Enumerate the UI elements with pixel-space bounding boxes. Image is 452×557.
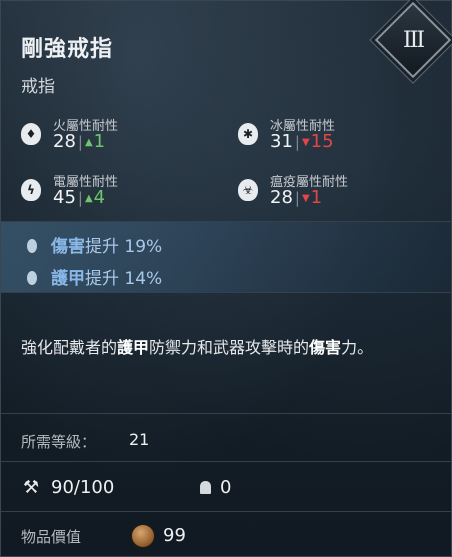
fire-icon: ♦ (21, 123, 41, 145)
item-name: 剛強戒指 (21, 37, 114, 62)
required-level-label: 所需等級： (21, 433, 97, 451)
stat-plague-resistance: ☣ 瘟疫屬性耐性 28 | ▼1 (238, 175, 428, 221)
item-description: 強化配戴者的護甲防禦力和武器攻擊時的傷害力。 (21, 338, 374, 357)
arrow-up-icon: ▲ (84, 193, 93, 204)
item-tier-badge: III (374, 1, 452, 79)
bonus-armor: 護甲提升 14% (27, 264, 163, 289)
item-header: 剛強戒指 戒指 (21, 31, 113, 97)
bonus-stat: 護甲 (51, 269, 85, 289)
arrow-down-icon: ▼ (301, 193, 310, 204)
arrow-up-icon: ▲ (84, 137, 93, 148)
stat-base-value: 31 (270, 131, 293, 152)
divider (1, 413, 451, 414)
required-level-value: 21 (129, 430, 150, 449)
stat-base-value: 28 (53, 131, 76, 152)
upgrade-count: 0 (220, 477, 232, 498)
coin-icon (132, 525, 154, 547)
bonus-damage: 傷害提升 19% (27, 232, 163, 257)
stat-base-value: 28 (270, 187, 293, 208)
bonus-stat: 傷害 (51, 237, 85, 257)
divider (1, 292, 451, 293)
gem-icon (27, 239, 37, 253)
item-type: 戒指 (21, 77, 55, 97)
plague-icon: ☣ (238, 179, 258, 201)
item-value-amount: 99 (163, 525, 186, 546)
divider (1, 511, 451, 512)
item-value-label: 物品價值 (21, 528, 82, 546)
stat-change: ▲4 (84, 187, 106, 208)
stat-fire-resistance: ♦ 火屬性耐性 28 | ▲1 (21, 119, 211, 165)
hammer-icon: ⚒ (23, 477, 40, 498)
stat-ice-resistance: ✱ 冰屬性耐性 31 | ▼15 (238, 119, 428, 165)
bonus-text: 提升 14% (85, 269, 163, 289)
bonus-text: 提升 19% (85, 237, 163, 257)
arrow-down-icon: ▼ (301, 137, 310, 148)
snowflake-icon: ✱ (238, 123, 258, 145)
upgrade-icon (200, 481, 211, 494)
stat-change: ▲1 (84, 131, 106, 152)
divider (1, 461, 451, 462)
item-tier-label: III (402, 27, 424, 53)
bonus-section: 傷害提升 19% 護甲提升 14% (1, 222, 451, 292)
stat-change: ▼1 (301, 187, 323, 208)
stat-base-value: 45 (53, 187, 76, 208)
gem-icon (27, 271, 37, 285)
durability-value: 90/100 (51, 477, 115, 498)
item-tooltip: 剛強戒指 戒指 III ♦ 火屬性耐性 28 | ▲1 ✱ 冰屬性耐性 31 | ▼15… (0, 0, 452, 557)
stat-lightning-resistance: ϟ 電屬性耐性 45 | ▲4 (21, 175, 211, 221)
lightning-icon: ϟ (21, 179, 41, 201)
stat-change: ▼15 (301, 131, 334, 152)
